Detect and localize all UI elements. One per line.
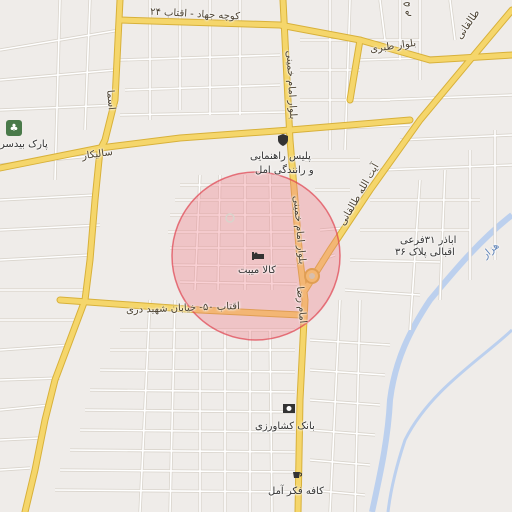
poi-label-hotel[interactable]: کالا میبت	[238, 266, 276, 276]
park-icon[interactable]: ♣	[6, 120, 22, 136]
police-icon[interactable]	[278, 134, 292, 148]
road-southwest	[22, 147, 103, 512]
road-label-vertical: اسما	[104, 89, 117, 111]
map-view[interactable]: کوچه جهاد - اقتاب ۲۴ بلوار طبری طالقانی …	[0, 0, 512, 512]
poi-label-abadzar-line2[interactable]: اقبالی پلاک ۳۶	[395, 248, 455, 258]
bank-icon[interactable]	[283, 404, 297, 418]
poi-label-bank[interactable]: بانک کشاورزی	[255, 422, 315, 432]
road-label-emam-reza: امام رضا	[293, 286, 309, 324]
road-west-vertical	[97, 0, 123, 153]
hotel-icon[interactable]	[252, 252, 266, 266]
poi-label-police-line2[interactable]: و رانندگی امل	[255, 166, 314, 176]
cafe-icon[interactable]	[292, 470, 306, 484]
poi-label-police-line1[interactable]: پلیس راهنمایی	[250, 152, 311, 162]
river-tributary	[386, 328, 512, 512]
road-label-num: ۵ م	[400, 1, 413, 17]
poi-label-abadzar-line1[interactable]: اباذر ۳۱فرعی	[400, 236, 456, 246]
poi-label-cafe[interactable]: کافه فکر آمل	[268, 487, 324, 497]
poi-label-park[interactable]: پارک بیدسر	[0, 140, 48, 150]
